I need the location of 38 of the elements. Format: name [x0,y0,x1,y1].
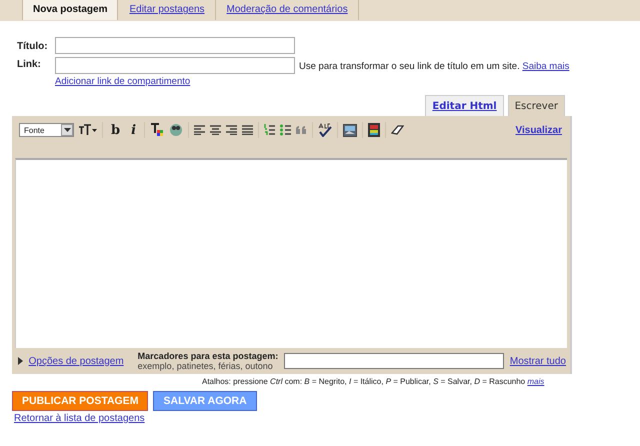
numbered-list-icon[interactable] [264,124,276,136]
editor-tab[interactable]: Editar Html [425,95,504,116]
align-icon[interactable] [226,125,238,135]
hint-text: Use para transformar o seu link de título em um site. [299,61,520,72]
tab[interactable]: Editar postagens [118,0,216,20]
editor-tab[interactable]: Escrever [508,95,565,116]
add-share-link[interactable]: Adicionar link de compartimento [55,76,570,87]
title-input[interactable] [55,37,295,54]
align-icon[interactable] [210,125,222,135]
tab[interactable]: Nova postagem [22,0,118,20]
font-select[interactable]: Fonte [19,123,74,137]
align-icon[interactable] [194,125,206,135]
labels-hint: exemplo, patinetes, férias, outono [138,361,274,371]
preview-link[interactable]: Visualizar [515,124,562,136]
video-icon[interactable] [368,123,380,137]
shortcuts-text: Atalhos: pressione Ctrl com: B = Negrito, I = Itálico, P = Publicar, S = Salvar, D = Rascunho [202,377,526,386]
link-input[interactable] [55,57,295,74]
text-size-icon[interactable] [79,124,97,136]
text-color-icon[interactable] [150,123,164,137]
bullet-list-icon[interactable] [280,124,292,136]
field-label: Título: [17,40,49,52]
post-options-link[interactable]: Opções de postagem [28,356,124,366]
eraser-icon[interactable] [391,125,404,135]
expand-arrow-icon[interactable] [18,357,23,365]
image-icon[interactable] [343,124,358,136]
back-link[interactable]: Retornar à lista de postagens [14,413,640,424]
tab[interactable]: Moderação de comentários [216,0,359,20]
align-icon[interactable] [242,125,254,135]
italic-button[interactable]: i [128,122,140,138]
dropdown-arrow-icon[interactable] [64,128,70,132]
show-all-link[interactable]: Mostrar tudo [510,356,566,366]
bold-button[interactable]: b [108,122,124,138]
spellcheck-icon[interactable] [318,123,332,137]
more-link[interactable]: mais [527,377,544,386]
field-label: Link: [17,58,42,70]
learn-more-link[interactable]: Saiba mais [522,61,570,72]
labels-title: Marcadores para esta postagem: [138,351,278,361]
labels-input[interactable] [284,353,504,369]
